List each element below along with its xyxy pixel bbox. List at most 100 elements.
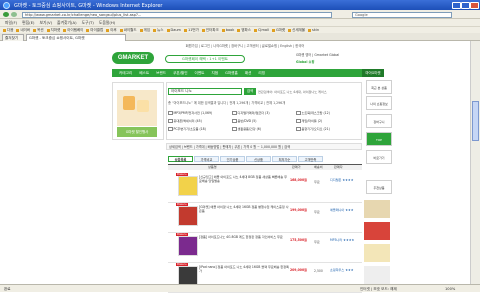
nav-item[interactable]: 리빙 bbox=[258, 69, 265, 77]
category-item[interactable]: 휴대폰/액세서리 (45) bbox=[168, 118, 202, 124]
seller-name[interactable]: 쇼핑하우스 ★★★ bbox=[330, 268, 360, 272]
link-icon bbox=[139, 28, 143, 32]
nav-item[interactable]: 베스트 bbox=[139, 69, 149, 77]
product-title[interactable]: [정품] 아이포드나노 4G 8GB 레드 한정판 정품 각인서비스 무료 bbox=[199, 235, 289, 239]
nav-item[interactable]: 이벤트 bbox=[195, 69, 205, 77]
product-image[interactable] bbox=[178, 266, 198, 286]
menu-item[interactable]: 도구(T) bbox=[82, 19, 94, 26]
close-button[interactable] bbox=[470, 1, 479, 9]
nav-item[interactable]: 패션 bbox=[245, 69, 252, 77]
category-item[interactable]: MP3/PMP/전자사전 (1,069) bbox=[168, 110, 212, 116]
col-seller[interactable]: 판매자 bbox=[334, 165, 343, 170]
checkbox-icon[interactable] bbox=[168, 118, 173, 124]
quick-menu-box[interactable]: 나의 쇼핑정보 bbox=[366, 96, 392, 110]
checkbox-icon[interactable] bbox=[168, 110, 173, 116]
promo-banner[interactable]: G마켓페이 혜택 : 1+1 이벤트 bbox=[165, 55, 245, 63]
forward-icon[interactable] bbox=[11, 12, 17, 17]
quick-menu-box[interactable]: 바로가기 bbox=[366, 150, 392, 164]
category-item[interactable]: 디지털카메라/캠코더 (3) bbox=[232, 110, 270, 116]
nav-item[interactable]: 카테고리 bbox=[119, 69, 132, 77]
left-ad-label[interactable]: G마켓 할인행사 bbox=[117, 127, 157, 137]
product-image[interactable] bbox=[178, 206, 198, 226]
nav-item[interactable]: 브랜드 bbox=[156, 69, 166, 77]
maximize-button[interactable] bbox=[461, 1, 470, 9]
category-label: 생활용품/건강 (6) bbox=[237, 127, 262, 131]
product-title[interactable]: [iPod nano] 정품 아이포드 나노 4세대 16GB 블랙 무료배송 … bbox=[199, 265, 289, 274]
checkbox-icon[interactable] bbox=[296, 110, 301, 116]
category-item[interactable]: 노트북/데스크탑 (12) bbox=[296, 110, 330, 116]
scroll-thumb[interactable] bbox=[472, 101, 479, 141]
seller-name[interactable]: MP3나라 ★★★★ bbox=[330, 238, 360, 242]
quick-menu-box[interactable]: 장바구니 bbox=[366, 114, 392, 128]
link-icon bbox=[183, 28, 187, 32]
minimize-button[interactable] bbox=[452, 1, 461, 9]
right-ad-yellow-image[interactable] bbox=[364, 244, 390, 262]
related-keywords[interactable]: 연관검색어: 아이포드 나노 4세대, 아이팟나노 케이스 bbox=[258, 89, 353, 94]
url-input[interactable]: http://www.gmarket.co.kr/challenge/neo_s… bbox=[22, 11, 332, 18]
nav-item[interactable]: 지점 bbox=[211, 69, 218, 77]
global-link-1[interactable]: G마켓 영어 | Gmarket Global bbox=[296, 52, 381, 57]
right-ad-product-image[interactable] bbox=[364, 266, 390, 284]
menu-item[interactable]: 도움말(H) bbox=[99, 19, 115, 26]
menu-item[interactable]: 파일(F) bbox=[5, 19, 17, 26]
checkbox-icon[interactable] bbox=[168, 126, 173, 132]
tab-strip: 즐겨찾기 G마켓 - 토크중심 쇼핑사이트, G마켓 bbox=[0, 33, 480, 41]
product-title[interactable]: [신규입고] 애플 아이포드 나노 4세대 8GB 정품 새상품 빠른배송 무료… bbox=[199, 175, 289, 184]
menu-item[interactable]: 보기(V) bbox=[40, 19, 53, 26]
tab-favorites[interactable]: 즐겨찾기 bbox=[2, 34, 24, 41]
category-item[interactable]: 게임/타이틀 (2) bbox=[296, 118, 323, 124]
product-image[interactable] bbox=[178, 176, 198, 196]
category-label: PC주변기기/소모품 (18) bbox=[173, 127, 206, 131]
search-button[interactable]: 검색 bbox=[244, 88, 256, 95]
category-item[interactable]: 음향기기/오디오 (21) bbox=[296, 126, 330, 132]
checkbox-icon[interactable] bbox=[296, 126, 301, 132]
shipping-fee: 무료 bbox=[314, 240, 320, 244]
result-tab[interactable]: 최저가순 bbox=[272, 156, 297, 162]
top-utility-nav[interactable]: 회원가입 | 로그인 | 나의G마켓 | 장바구니 | 고객센터 | 글로벌쇼핑… bbox=[115, 43, 375, 48]
right-ad-red-image[interactable] bbox=[364, 222, 390, 240]
global-link-2[interactable]: Global 쇼핑 bbox=[296, 59, 381, 64]
product-title[interactable]: [G마켓] 애플 아이팟 나노 4세대 16GB 정품 병행수입 케이스증정 사… bbox=[199, 205, 289, 214]
category-item[interactable]: 음반/DVD (5) bbox=[232, 118, 256, 124]
col-shipping[interactable]: 배송비 bbox=[314, 165, 323, 170]
product-image[interactable] bbox=[178, 236, 198, 256]
left-ad-image[interactable] bbox=[117, 90, 157, 126]
menu-item[interactable]: 즐겨찾기(A) bbox=[57, 19, 77, 26]
result-tab[interactable]: 신상품 bbox=[246, 156, 271, 162]
table-row[interactable]: Power+ [신규입고] 애플 아이포드 나노 4세대 8GB 정품 새상품 빠… bbox=[168, 172, 362, 203]
search-input[interactable]: Google bbox=[352, 11, 452, 18]
nav-item[interactable]: G마켓홈 bbox=[225, 69, 238, 77]
seller-name[interactable]: 애플매니아 ★★★ bbox=[330, 208, 360, 212]
back-icon[interactable] bbox=[3, 12, 9, 17]
col-price[interactable]: 판매가 bbox=[292, 165, 301, 170]
tab-gmarket[interactable]: G마켓 - 토크중심 쇼핑사이트, G마켓 bbox=[26, 34, 126, 41]
my-gmarket-button[interactable]: 마이G마켓 bbox=[362, 69, 384, 77]
gmarket-logo[interactable]: GMARKET bbox=[112, 52, 154, 64]
nav-item[interactable]: 쿠폰/할인 bbox=[173, 69, 187, 77]
checkbox-icon[interactable] bbox=[232, 118, 237, 124]
detail-filter[interactable]: 상세검색 | 브랜드 | 가격대 | 배송방법 | 판매자 | 쿠폰 | 가격 … bbox=[166, 143, 362, 150]
table-row[interactable]: Power+ [G마켓] 애플 아이팟 나노 4세대 16GB 정품 병행수입 케… bbox=[168, 202, 362, 233]
link-icon bbox=[153, 28, 157, 32]
seller-name[interactable]: 디지털존 ★★★★ bbox=[330, 178, 360, 182]
right-ad-bag-image[interactable] bbox=[364, 200, 390, 218]
result-tab[interactable]: 인기상품 bbox=[220, 156, 245, 162]
col-item[interactable]: 상품명 bbox=[208, 165, 217, 170]
category-label: 게임/타이틀 (2) bbox=[301, 119, 323, 123]
result-tab[interactable]: 가격비교 bbox=[194, 156, 219, 162]
table-row[interactable]: Power+ [정품] 아이포드나노 4G 8GB 레드 한정판 정품 각인서비스… bbox=[168, 232, 362, 263]
checkbox-icon[interactable] bbox=[296, 118, 301, 124]
page-scrollbar[interactable] bbox=[470, 41, 480, 284]
category-item[interactable]: 생활용품/건강 (6) bbox=[232, 126, 262, 132]
checkbox-icon[interactable] bbox=[232, 126, 237, 132]
product-search-input[interactable]: 아이포드 나노 bbox=[168, 88, 242, 95]
quick-menu-box[interactable]: TOP bbox=[366, 132, 392, 146]
quick-menu-box[interactable]: 추천상품 bbox=[366, 180, 392, 194]
menu-item[interactable]: 편집(E) bbox=[22, 19, 34, 26]
category-item[interactable]: PC주변기기/소모품 (18) bbox=[168, 126, 206, 132]
result-tab[interactable]: 상품목록 bbox=[168, 156, 193, 162]
quick-menu-box[interactable]: 최근 본 상품 bbox=[366, 80, 392, 94]
checkbox-icon[interactable] bbox=[232, 110, 237, 116]
global-shopping-links[interactable]: G마켓 영어 | Gmarket Global Global 쇼핑 bbox=[296, 52, 381, 66]
result-tab[interactable]: 고객만족 bbox=[298, 156, 323, 162]
